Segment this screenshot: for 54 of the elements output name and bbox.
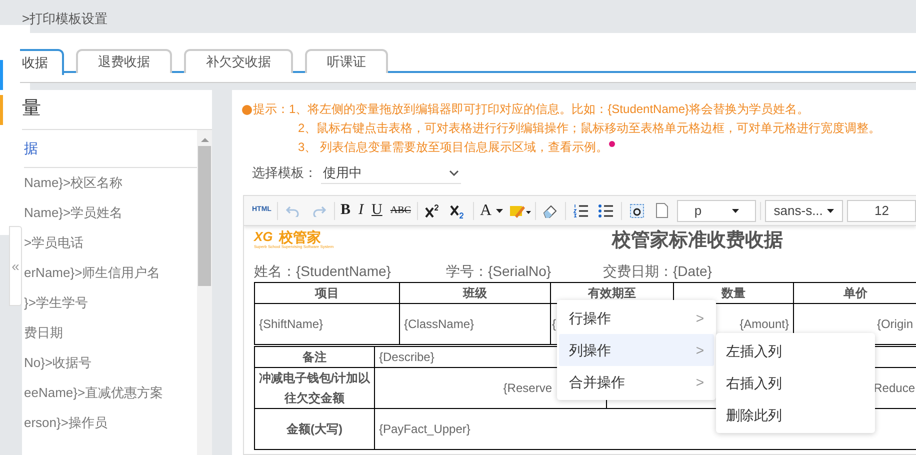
document-field: 学号：{SerialNo} — [446, 260, 603, 282]
table-header-cell: 冲减电子钱包/计加以往欠交金额 — [255, 368, 375, 408]
font-select[interactable]: sans-s... — [764, 200, 844, 222]
chevron-icon: > — [696, 372, 704, 392]
document-title: 校管家标准收费收据 — [612, 230, 783, 252]
underline-button[interactable]: U — [370, 200, 384, 222]
italic-button[interactable]: I — [356, 200, 366, 222]
document-field: 姓名：{StudentName} — [254, 260, 446, 282]
scrollbar[interactable] — [197, 130, 212, 455]
variable-item[interactable]: No}>收据号 — [24, 353, 92, 373]
document-field: 交费日期：{Date} — [603, 260, 712, 282]
panel-title: 量 — [22, 97, 41, 122]
table-cell: {ShiftName} — [255, 304, 400, 345]
font-size-field[interactable]: 12 — [847, 200, 916, 222]
logo-mark: XG — [254, 230, 273, 244]
table-header-cell: 单价 — [794, 283, 916, 304]
menu-item[interactable]: 右插入列 — [716, 367, 875, 399]
template-select[interactable]: 使用中 — [321, 162, 461, 184]
menu-item[interactable]: 列操作 > — [559, 334, 714, 366]
font-color-button[interactable]: A — [478, 200, 504, 222]
strikethrough-button[interactable]: ABC — [388, 200, 413, 222]
caret-icon — [732, 208, 739, 212]
table-header-cell: 项目 — [255, 283, 400, 304]
hint-text: 提示：1、将左侧的变量拖放到编辑器即可打印对应的信息。比如：{StudentName}将会替换为学员姓名。 — [253, 101, 810, 118]
menu-marker — [0, 60, 3, 90]
variable-item[interactable]: Name}>学员姓名 — [24, 203, 123, 223]
table-cell: {ClassName} — [400, 304, 551, 345]
tab[interactable]: 收据 — [20, 49, 64, 75]
breadcrumb: >打印模板设置 — [22, 10, 108, 28]
variable-item[interactable]: erName}>师生信用户名 — [24, 263, 160, 283]
hint-text: 3、 列表信息变量需要放至项目信息展示区域，查看示例。 — [298, 139, 608, 156]
variable-item[interactable]: }>学生学号 — [24, 293, 88, 313]
logo-name: 校管家 — [278, 230, 321, 244]
variable-item[interactable]: erson}>操作员 — [24, 413, 108, 433]
group-header[interactable]: 据 — [24, 138, 38, 159]
field-label: 选择模板： — [252, 164, 317, 182]
tab[interactable]: 退费收据 — [76, 49, 172, 73]
paragraph-select[interactable]: p — [677, 200, 756, 222]
variable-item[interactable]: Name}>校区名称 — [24, 173, 123, 193]
table-header-cell: 备注 — [255, 347, 375, 367]
chevron-icon — [449, 170, 459, 176]
tab[interactable]: 听课证 — [305, 49, 388, 73]
variable-item[interactable]: >学员电话 — [24, 233, 84, 253]
tab[interactable]: 补欠交收据 — [184, 49, 293, 73]
hint-text: 2、鼠标右键点击表格，可对表格进行行列编辑操作；鼠标移动至表格单元格边框，可对单元格进行宽度调整。 — [298, 120, 881, 137]
table-header-cell: 金额(大写) — [255, 409, 375, 449]
caret-icon — [827, 208, 834, 212]
variable-item[interactable]: 费日期 — [24, 323, 63, 343]
menu-marker — [0, 95, 3, 125]
caret-icon — [496, 208, 502, 212]
table-header-cell: 班级 — [400, 283, 551, 304]
bold-button[interactable]: B — [338, 200, 352, 222]
variable-item[interactable]: eeName}>直减优惠方案 — [24, 383, 164, 403]
chevron-icon: > — [696, 308, 704, 328]
